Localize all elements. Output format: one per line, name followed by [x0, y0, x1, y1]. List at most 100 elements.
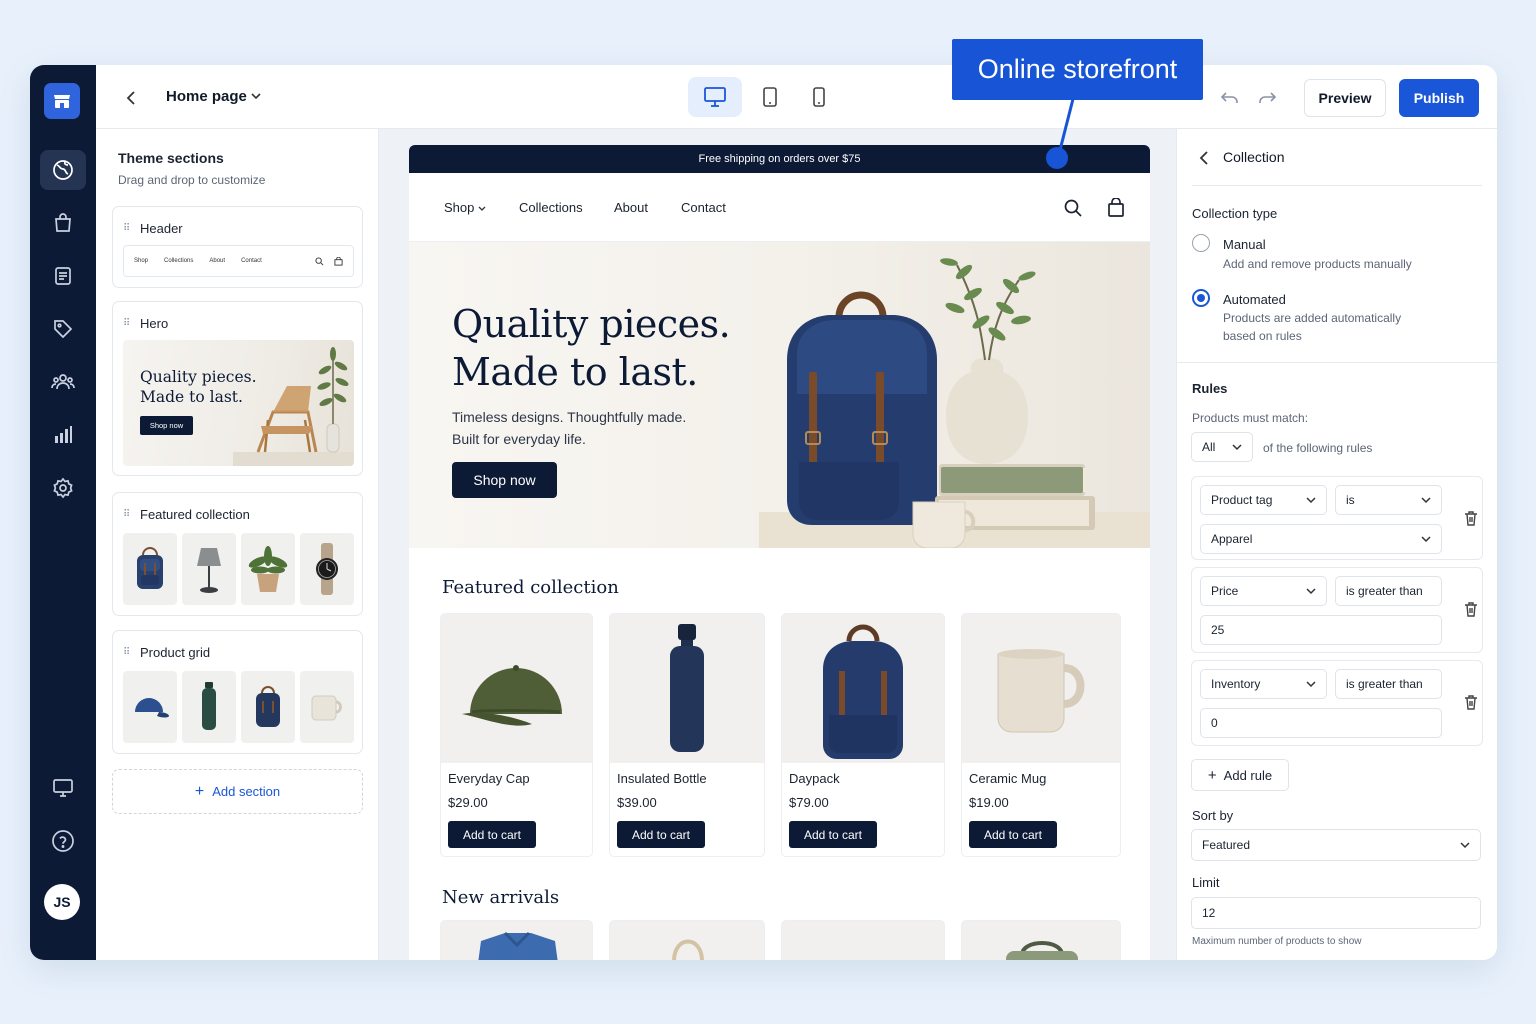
- product-card[interactable]: [961, 920, 1121, 960]
- back-button[interactable]: [118, 85, 144, 111]
- rule-value: Apparel: [1211, 532, 1253, 546]
- page-selector[interactable]: Home page: [166, 88, 247, 105]
- hero-preview: Quality pieces. Made to last. Shop now: [123, 340, 354, 466]
- lamp-thumbnail: [182, 533, 236, 605]
- preview-canvas: Free shipping on orders over $75 Shop Co…: [379, 129, 1176, 960]
- product-card[interactable]: [781, 920, 945, 960]
- redo-icon[interactable]: [1254, 85, 1280, 111]
- storefront-preview: Free shipping on orders over $75 Shop Co…: [409, 145, 1150, 960]
- manual-radio[interactable]: [1192, 234, 1210, 252]
- help-icon[interactable]: [40, 821, 86, 861]
- plus-icon: +: [1207, 766, 1217, 784]
- limit-input[interactable]: 12: [1191, 897, 1481, 929]
- nav-collections[interactable]: Collections: [519, 200, 583, 215]
- new-arrivals-title: New arrivals: [442, 887, 560, 908]
- undo-icon[interactable]: [1217, 85, 1243, 111]
- automated-desc-line: Products are added automatically: [1223, 311, 1402, 325]
- back-arrow-icon[interactable]: [1199, 151, 1209, 165]
- product-card[interactable]: Everyday Cap $29.00 Add to cart: [440, 613, 593, 857]
- nav-contact[interactable]: Contact: [681, 200, 726, 215]
- add-to-cart-button[interactable]: Add to cart: [617, 821, 705, 848]
- chevron-down-icon: [1421, 535, 1431, 542]
- manual-label[interactable]: Manual: [1223, 237, 1266, 252]
- add-section-button[interactable]: + Add section: [112, 769, 363, 814]
- rule-field-select[interactable]: Price: [1200, 576, 1327, 606]
- monitor-icon[interactable]: [40, 768, 86, 808]
- chevron-down-icon: [1232, 443, 1242, 450]
- user-avatar[interactable]: JS: [44, 884, 80, 920]
- online-store-icon[interactable]: [40, 150, 86, 190]
- preview-button[interactable]: Preview: [1304, 79, 1386, 117]
- bottle-image: [610, 614, 764, 763]
- hero-line-2: Made to last.: [452, 350, 698, 394]
- users-icon[interactable]: [40, 362, 86, 402]
- storefront-logo-icon[interactable]: [44, 83, 80, 119]
- document-icon[interactable]: [40, 256, 86, 296]
- analytics-icon[interactable]: [40, 415, 86, 455]
- section-card-header[interactable]: ⠿ Header Shop Collections About Contact: [112, 206, 363, 288]
- rule-field-select[interactable]: Product tag: [1200, 485, 1327, 515]
- editor-topbar: Home page Preview Publish: [96, 65, 1497, 129]
- rule-operator-select[interactable]: is greater than: [1335, 576, 1442, 606]
- rule-value-select[interactable]: Apparel: [1200, 524, 1442, 554]
- sidebar-title: Theme sections: [118, 150, 224, 166]
- product-card[interactable]: [609, 920, 765, 960]
- drag-handle-icon[interactable]: ⠿: [123, 509, 131, 519]
- cart-icon[interactable]: [1107, 198, 1125, 217]
- product-card[interactable]: Ceramic Mug $19.00 Add to cart: [961, 613, 1121, 857]
- section-card-hero[interactable]: ⠿ Hero Quality pieces. Made to last. Sho…: [112, 301, 363, 476]
- drag-handle-icon[interactable]: ⠿: [123, 318, 131, 328]
- rule-field: Price: [1211, 584, 1239, 598]
- tag-icon[interactable]: [40, 309, 86, 349]
- mini-shop-button: Shop now: [140, 416, 193, 435]
- sort-select[interactable]: Featured: [1191, 829, 1481, 861]
- section-card-product-grid[interactable]: ⠿ Product grid: [112, 630, 363, 754]
- shopping-bag-icon[interactable]: [40, 203, 86, 243]
- add-to-cart-button[interactable]: Add to cart: [969, 821, 1057, 848]
- section-header-row: ⠿ Product grid: [123, 645, 210, 660]
- automated-desc-line: based on rules: [1223, 329, 1302, 343]
- product-name: Everyday Cap: [448, 771, 530, 786]
- rule-field-select[interactable]: Inventory: [1200, 669, 1327, 699]
- product-card[interactable]: Insulated Bottle $39.00 Add to cart: [609, 613, 765, 857]
- nav-about[interactable]: About: [614, 200, 648, 215]
- trash-icon[interactable]: [1464, 510, 1478, 526]
- daypack-image: [782, 614, 944, 763]
- shirt-image: [478, 931, 558, 960]
- search-icon: [315, 256, 324, 265]
- desktop-view-button[interactable]: [688, 77, 742, 117]
- add-to-cart-button[interactable]: Add to cart: [789, 821, 877, 848]
- mobile-view-button[interactable]: [792, 77, 846, 117]
- store-nav: Shop Collections About Contact: [409, 173, 1150, 242]
- backpack-thumbnail: [241, 671, 295, 743]
- rule-value-input[interactable]: 0: [1200, 708, 1442, 738]
- hero-product-illustration: [759, 258, 1150, 548]
- trash-icon[interactable]: [1464, 694, 1478, 710]
- drag-handle-icon[interactable]: ⠿: [123, 223, 131, 233]
- search-icon[interactable]: [1064, 199, 1082, 217]
- app-rail: JS: [30, 65, 96, 960]
- publish-button[interactable]: Publish: [1399, 79, 1479, 117]
- rule-operator-select[interactable]: is greater than: [1335, 669, 1442, 699]
- rule-operator-select[interactable]: is: [1335, 485, 1442, 515]
- automated-radio[interactable]: [1192, 289, 1210, 307]
- nav-shop[interactable]: Shop: [444, 200, 486, 215]
- tablet-view-button[interactable]: [743, 77, 797, 117]
- rule-value-input[interactable]: 25: [1200, 615, 1442, 645]
- automated-label[interactable]: Automated: [1223, 292, 1286, 307]
- announcement-bar[interactable]: Free shipping on orders over $75: [409, 145, 1150, 173]
- section-label: Hero: [140, 316, 169, 331]
- drag-handle-icon[interactable]: ⠿: [123, 647, 131, 657]
- rule-operator: is: [1346, 493, 1355, 507]
- product-card[interactable]: [440, 920, 593, 960]
- add-to-cart-button[interactable]: Add to cart: [448, 821, 536, 848]
- match-select[interactable]: All: [1191, 432, 1253, 462]
- trash-icon[interactable]: [1464, 601, 1478, 617]
- hero-shop-now-button[interactable]: Shop now: [452, 462, 557, 498]
- add-rule-button[interactable]: + Add rule: [1191, 759, 1289, 791]
- product-card[interactable]: Daypack $79.00 Add to cart: [781, 613, 945, 857]
- chevron-down-icon: [1306, 496, 1316, 503]
- settings-icon[interactable]: [40, 468, 86, 508]
- chevron-down-icon[interactable]: [250, 89, 262, 107]
- section-card-featured[interactable]: ⠿ Featured collection: [112, 492, 363, 616]
